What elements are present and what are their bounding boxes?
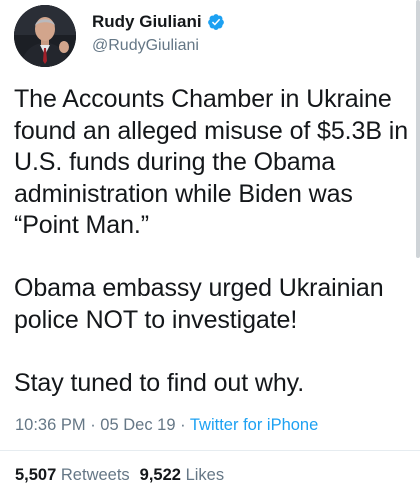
tweet-time[interactable]: 10:36 PM [15,416,86,434]
tweet-text: The Accounts Chamber in Ukraine found an… [14,84,412,399]
tweet-paragraph: Stay tuned to find out why. [14,368,305,397]
retweets-label: Retweets [60,466,130,484]
retweets-count: 5,507 [15,466,57,484]
verified-badge-icon [207,13,225,31]
likes-count: 9,522 [139,466,181,484]
tweet-header: Rudy Giuliani @RudyGiuliani [14,4,225,68]
tweet-stats: 5,507 Retweets 9,522 Likes [15,464,224,486]
retweets-stat[interactable]: 5,507 Retweets [15,466,130,484]
likes-stat[interactable]: 9,522 Likes [140,466,224,484]
avatar[interactable] [14,5,76,67]
likes-label: Likes [185,466,225,484]
tweet-date[interactable]: 05 Dec 19 [100,416,175,434]
avatar-image [14,5,76,67]
tweet-meta: 10:36 PM · 05 Dec 19 · Twitter for iPhon… [15,414,318,436]
name-row: Rudy Giuliani [92,11,225,33]
author-handle[interactable]: @RudyGiuliani [92,35,225,57]
divider [0,450,420,451]
author-display-name[interactable]: Rudy Giuliani [92,11,202,33]
scrollbar[interactable] [416,0,420,258]
meta-separator: · [175,416,190,434]
tweet-paragraph: Obama embassy urged Ukrainian police NOT… [14,274,384,334]
meta-separator: · [85,416,101,434]
tweet-paragraph: The Accounts Chamber in Ukraine found an… [14,85,408,239]
tweet-source-link[interactable]: Twitter for iPhone [190,416,318,434]
tweet-card: Rudy Giuliani @RudyGiuliani The Accounts… [0,0,420,500]
author-names: Rudy Giuliani @RudyGiuliani [92,11,225,57]
